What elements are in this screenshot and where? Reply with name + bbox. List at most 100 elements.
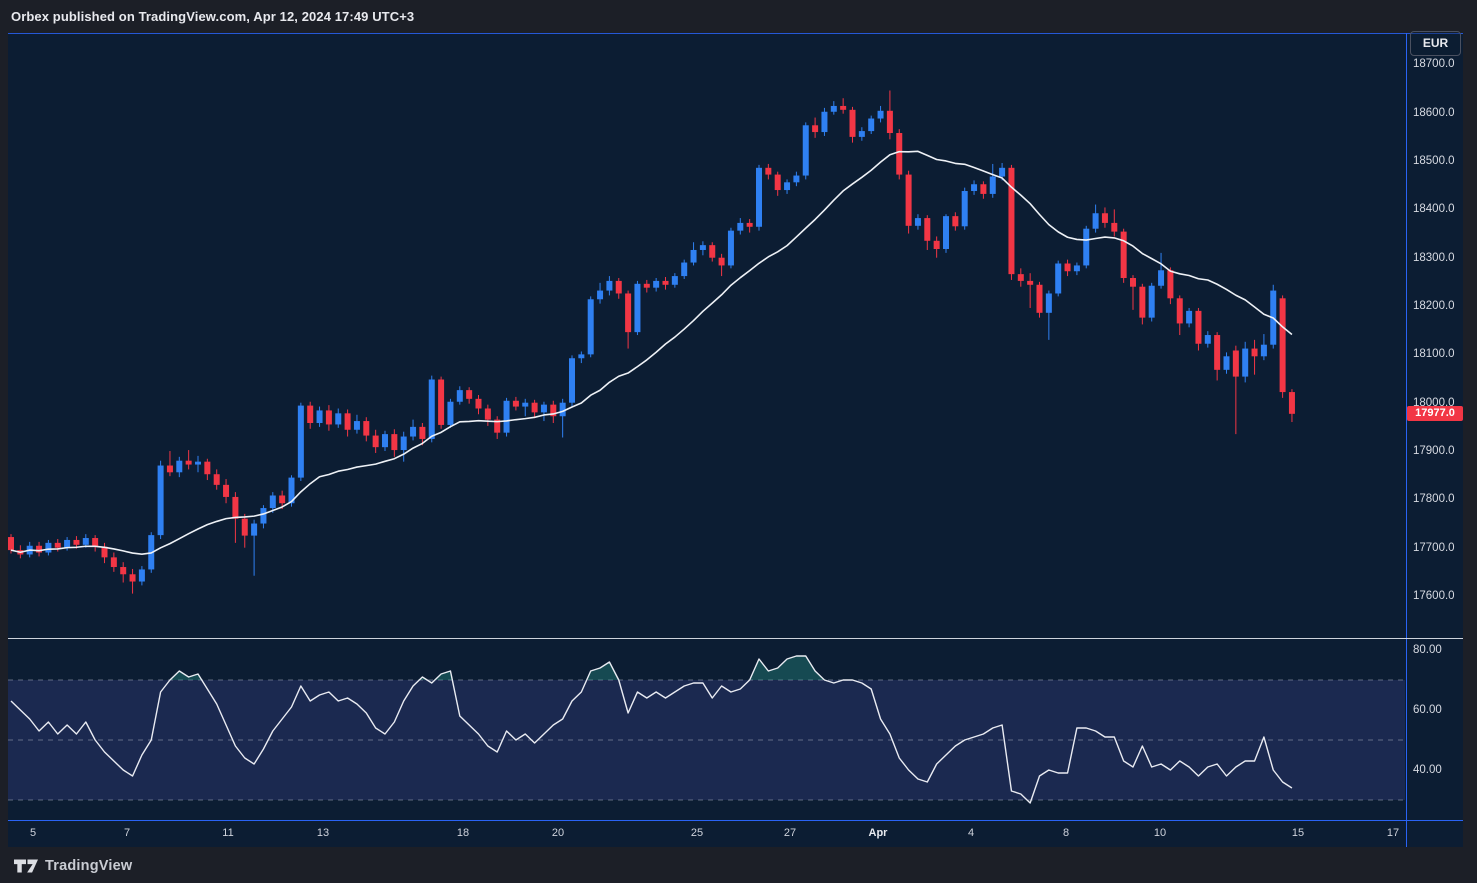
candle-body: [270, 495, 276, 508]
candle-body: [391, 434, 397, 450]
candle-body: [139, 569, 145, 581]
candle-body: [466, 390, 472, 399]
time-axis-border: [8, 820, 1463, 821]
candle-body: [681, 263, 687, 277]
candle-body: [223, 485, 229, 497]
time-tick-label: 25: [691, 826, 703, 840]
pane-separator[interactable]: [8, 638, 1463, 639]
price-tick-label: 18400.0: [1413, 202, 1455, 216]
candle-body: [307, 406, 313, 423]
candle-body: [831, 106, 837, 112]
candle-body: [616, 281, 622, 294]
candle-body: [709, 245, 715, 258]
candle-body: [438, 380, 444, 425]
tradingview-brand-label[interactable]: TradingView: [45, 858, 132, 874]
candle-body: [672, 276, 678, 285]
candle-body: [1158, 270, 1164, 285]
candle-body: [934, 241, 940, 249]
time-tick-label: 5: [30, 826, 36, 840]
candle-body: [251, 524, 257, 536]
price-tick-label: 18200.0: [1413, 299, 1455, 313]
moving-average-line: [11, 151, 1292, 554]
candle-body: [158, 466, 164, 536]
candle-body: [1065, 264, 1071, 272]
candle-body: [1083, 229, 1089, 266]
footer-bar: TradingView: [0, 848, 1477, 883]
candle-body: [429, 380, 435, 439]
candle-body: [298, 406, 304, 478]
candle-body: [719, 258, 725, 266]
candle-body: [887, 111, 893, 133]
time-tick-label: 15: [1292, 826, 1304, 840]
candle-body: [1055, 264, 1061, 294]
candle-body: [204, 462, 210, 475]
candle-body: [1111, 223, 1117, 232]
chart-canvas[interactable]: [0, 0, 1477, 883]
candle-body: [971, 184, 977, 191]
candle-body: [232, 497, 238, 519]
currency-button[interactable]: EUR: [1410, 31, 1461, 56]
candle-body: [653, 281, 659, 288]
candle-body: [1280, 298, 1286, 392]
candle-body: [83, 538, 89, 545]
candle-body: [354, 421, 360, 430]
candle-body: [821, 112, 827, 132]
tradingview-logo-icon[interactable]: [14, 858, 38, 874]
rsi-tick-label: 40.00: [1413, 763, 1442, 777]
candle-body: [8, 537, 14, 550]
candle-body: [513, 401, 519, 407]
candle-body: [45, 543, 51, 553]
candle-body: [1008, 168, 1014, 274]
candle-body: [1186, 311, 1192, 324]
candle-body: [73, 540, 79, 545]
candle-body: [214, 474, 220, 485]
candle-body: [569, 358, 575, 402]
rsi-tick-label: 80.00: [1413, 643, 1442, 657]
time-tick-label: Apr: [869, 826, 888, 840]
time-tick-label: 11: [222, 826, 233, 840]
candle-body: [373, 436, 379, 448]
candle-body: [1177, 298, 1183, 323]
candle-body: [111, 557, 117, 567]
price-tick-label: 17800.0: [1413, 492, 1455, 506]
candle-body: [1224, 356, 1230, 370]
candle-body: [990, 177, 996, 194]
candle-body: [447, 402, 453, 425]
price-axis-border: [1406, 33, 1407, 847]
time-tick-label: 18: [457, 826, 469, 840]
candle-body: [260, 508, 266, 523]
time-tick-label: 27: [784, 826, 796, 840]
time-tick-label: 20: [552, 826, 564, 840]
candle-body: [419, 427, 425, 439]
price-tick-label: 17600.0: [1413, 589, 1455, 603]
candle-body: [952, 216, 958, 226]
candle-body: [1205, 335, 1211, 344]
price-tick-label: 18300.0: [1413, 251, 1455, 265]
candle-body: [55, 543, 61, 548]
time-tick-label: 8: [1063, 826, 1069, 840]
candle-body: [663, 281, 669, 285]
candle-body: [1289, 392, 1295, 414]
candle-body: [588, 299, 594, 354]
price-tick-label: 18600.0: [1413, 106, 1455, 120]
candle-body: [1149, 286, 1155, 318]
candle-body: [634, 284, 640, 332]
rsi-overbought-fill: [170, 656, 825, 680]
rsi-pane[interactable]: [8, 656, 1405, 803]
candle-body: [401, 437, 407, 451]
candle-body: [896, 133, 902, 175]
candle-body: [980, 184, 986, 194]
candle-body: [999, 168, 1005, 177]
candle-body: [363, 421, 369, 435]
candle-body: [382, 434, 388, 447]
candle-body: [878, 111, 884, 119]
candle-body: [1027, 281, 1033, 285]
candle-body: [747, 223, 753, 227]
candle-body: [92, 538, 98, 547]
candles-layer[interactable]: [8, 90, 1295, 593]
candle-body: [765, 168, 771, 175]
candle-body: [130, 574, 136, 581]
candle-body: [410, 427, 416, 437]
candle-body: [578, 354, 584, 358]
candle-body: [906, 175, 912, 226]
